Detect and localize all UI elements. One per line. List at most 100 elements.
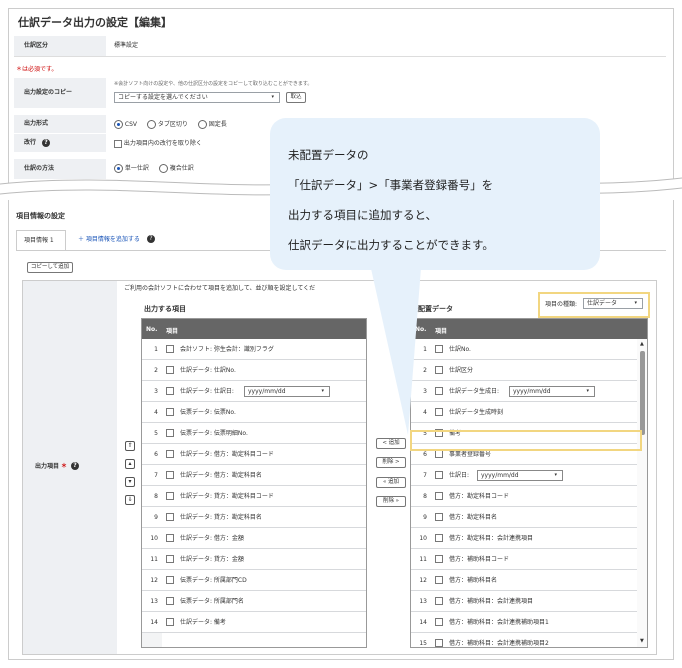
list-item[interactable]: 10 仕訳データ: 借方：金額 [142, 528, 366, 549]
list-item[interactable]: 3 仕訳データ: 仕訳日: yyyy/mm/dd ▾ [142, 381, 366, 402]
move-top-button[interactable]: ⇑ [125, 441, 135, 451]
list-item[interactable]: 14 借方：補助科目：会計連携補助項目1 [411, 612, 637, 633]
list-item[interactable]: 2 仕訳区分 [411, 360, 637, 381]
list-item[interactable]: 10 借方：勘定科目：会計連携項目 [411, 528, 637, 549]
add-item-info-link[interactable]: ＋ 項目情報を追加する [78, 237, 140, 243]
row-checkbox[interactable] [435, 450, 443, 458]
row-checkbox[interactable] [435, 639, 443, 647]
row-checkbox[interactable] [166, 576, 174, 584]
help-icon[interactable]: ? [147, 235, 155, 243]
row-label: 仕訳No. [449, 346, 471, 353]
row-label: 仕訳データ生成日: [449, 388, 500, 395]
row-checkbox[interactable] [166, 555, 174, 563]
row-checkbox[interactable] [435, 618, 443, 626]
list-item[interactable]: 8 借方：勘定科目コード [411, 486, 637, 507]
row-number: 12 [150, 577, 158, 584]
list-item[interactable]: 3 仕訳データ生成日: yyyy/mm/dd ▾ [411, 381, 637, 402]
list-item[interactable]: 6 仕訳データ: 借方：勘定科目コード [142, 444, 366, 465]
row-checkbox[interactable] [166, 597, 174, 605]
unplaced-list-header: No. 項目 [411, 319, 647, 339]
scrollbar-thumb[interactable] [640, 351, 645, 435]
list-item[interactable]: 1 会計ソフト: 弥生会計：識別フラグ [142, 339, 366, 360]
add-all-button[interactable]: « 追加 [376, 477, 406, 488]
row-label: 伝票データ: 伝票No. [180, 409, 236, 416]
scroll-up-arrow-icon[interactable]: ▲ [640, 342, 644, 347]
row-checkbox[interactable] [435, 555, 443, 563]
row-checkbox[interactable] [166, 618, 174, 626]
row-checkbox[interactable] [166, 345, 174, 353]
list-item[interactable]: 1 仕訳No. [411, 339, 637, 360]
radio-fixed[interactable] [197, 120, 207, 129]
list-item[interactable]: 9 仕訳データ: 貸方：勘定科目名 [142, 507, 366, 528]
row-number: 2 [154, 367, 158, 374]
help-icon[interactable]: ? [71, 462, 79, 470]
row-checkbox[interactable] [166, 408, 174, 416]
row-checkbox[interactable] [166, 387, 174, 395]
row-checkbox[interactable] [435, 534, 443, 542]
list-item[interactable]: 2 仕訳データ: 仕訳No. [142, 360, 366, 381]
list-item[interactable]: 12 伝票データ: 所属部門CD [142, 570, 366, 591]
list-item[interactable]: 14 仕訳データ: 備考 [142, 612, 366, 633]
row-label: 借方：補助科目コード [449, 556, 510, 563]
row-checkbox[interactable] [435, 492, 443, 500]
row-checkbox[interactable] [166, 450, 174, 458]
col-no-header: No. [146, 326, 158, 333]
row-checkbox[interactable] [435, 471, 443, 479]
row-number: 10 [150, 535, 158, 542]
item-tab-1[interactable]: 項目情報 1 [16, 230, 66, 250]
list-item[interactable]: 9 借方：勘定科目名 [411, 507, 637, 528]
output-rows: 1 会計ソフト: 弥生会計：識別フラグ 2 仕訳データ: 仕訳No. 3 仕訳データ: 仕… [142, 339, 366, 639]
row-checkbox[interactable] [166, 534, 174, 542]
row-checkbox[interactable] [166, 513, 174, 521]
remove-one-button[interactable]: 削除 > [376, 457, 406, 468]
list-item[interactable]: 7 仕訳日: yyyy/mm/dd ▾ [411, 465, 637, 486]
journal-type-label: 仕訳区分 [24, 42, 49, 49]
list-item[interactable]: 15 借方：補助科目：会計連携補助項目2 [411, 633, 637, 647]
col-item-header: 項目 [166, 328, 179, 335]
list-item[interactable]: 4 伝票データ: 伝票No. [142, 402, 366, 423]
date-format-select[interactable]: yyyy/mm/dd ▾ [477, 470, 563, 481]
item-type-label: 項目の種類: [545, 301, 578, 308]
radio-tab[interactable] [146, 120, 156, 129]
row-checkbox[interactable] [166, 366, 174, 374]
row-checkbox[interactable] [166, 492, 174, 500]
newline-checkbox[interactable] [114, 139, 122, 148]
list-item[interactable]: 11 借方：補助科目コード [411, 549, 637, 570]
list-item[interactable]: 8 仕訳データ: 貸方：勘定科目コード [142, 486, 366, 507]
radio-csv[interactable] [114, 120, 123, 129]
row-checkbox[interactable] [166, 471, 174, 479]
row-label: 仕訳データ: 借方：勘定科目コード [180, 451, 274, 458]
output-list-panel: No. 項目 1 会計ソフト: 弥生会計：識別フラグ 2 仕訳データ: 仕訳No. 3 仕… [141, 318, 367, 648]
scroll-down-arrow-icon[interactable]: ▼ [640, 639, 644, 644]
move-down-button[interactable]: ▾ [125, 477, 135, 487]
copy-add-button[interactable]: コピーして追加 [27, 262, 73, 273]
move-bottom-button[interactable]: ⇓ [125, 495, 135, 505]
row-number: 14 [419, 619, 427, 626]
list-item[interactable]: 12 借方：補助科目名 [411, 570, 637, 591]
divider [14, 56, 666, 57]
row-checkbox[interactable] [435, 597, 443, 605]
list-item[interactable]: 13 借方：補助科目：会計連携項目 [411, 591, 637, 612]
row-checkbox[interactable] [435, 576, 443, 584]
copy-settings-select[interactable]: コピーする設定を選んでください ▾ [114, 92, 280, 103]
list-item[interactable]: 13 伝票データ: 所属部門名 [142, 591, 366, 612]
row-label: 仕訳日: [449, 472, 470, 479]
copy-import-button[interactable]: 取込 [286, 92, 306, 103]
date-format-select[interactable]: yyyy/mm/dd ▾ [244, 386, 330, 397]
row-checkbox[interactable] [435, 513, 443, 521]
list-item[interactable]: 7 仕訳データ: 借方：勘定科目名 [142, 465, 366, 486]
row-label: 仕訳データ: 備考 [180, 619, 226, 626]
scrollbar-track[interactable]: ▲ ▼ [637, 339, 647, 647]
item-type-select[interactable]: 仕訳データ ▾ [583, 298, 643, 309]
list-item[interactable]: 5 伝票データ: 伝票明細No. [142, 423, 366, 444]
row-label: 仕訳区分 [449, 367, 474, 374]
remove-all-button[interactable]: 削除 » [376, 496, 406, 507]
list-item[interactable]: 11 仕訳データ: 貸方：金額 [142, 549, 366, 570]
registration-number-highlight [410, 430, 642, 451]
date-format-select[interactable]: yyyy/mm/dd ▾ [509, 386, 595, 397]
row-checkbox[interactable] [166, 429, 174, 437]
move-up-button[interactable]: ▴ [125, 459, 135, 469]
help-icon[interactable]: ? [42, 139, 50, 147]
list-item[interactable]: 4 仕訳データ生成時刻 [411, 402, 637, 423]
row-number: 4 [154, 409, 158, 416]
